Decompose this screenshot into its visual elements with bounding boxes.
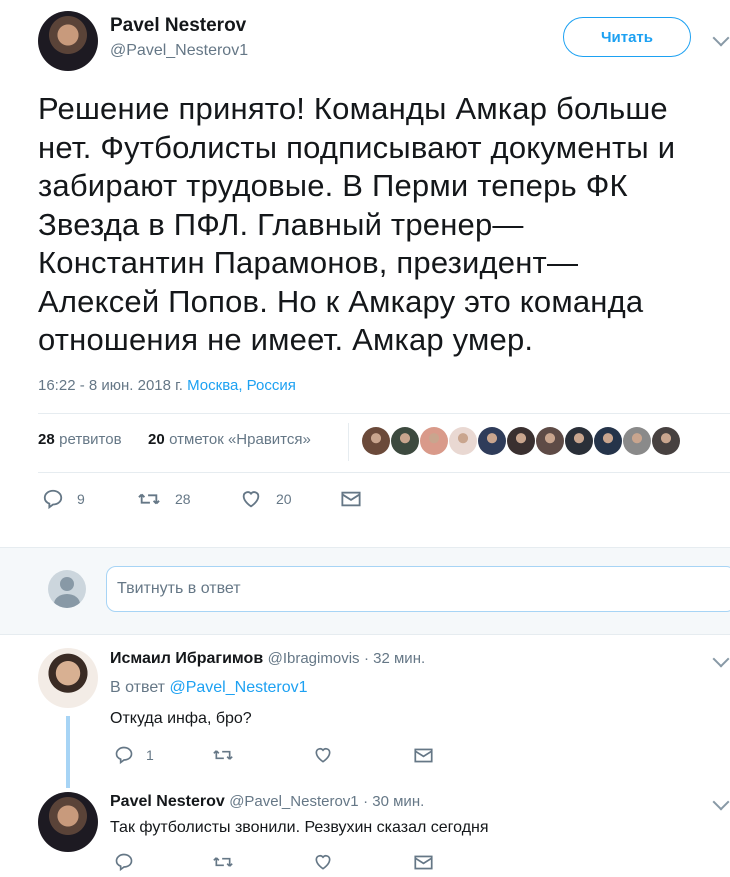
follow-button[interactable]: Читать [563,17,691,57]
reply-text: Так футболисты звонили. Резвухин сказал … [110,819,489,836]
retweets-stat[interactable]: 28 ретвитов [38,431,122,449]
reply-avatar[interactable] [38,648,98,708]
reply-header: Pavel Nesterov @Pavel_Nesterov1 · 30 мин… [110,793,424,811]
author-avatar[interactable] [38,11,98,71]
retweet-icon [213,857,233,867]
liker-avatar[interactable] [391,427,419,455]
stats-separator [348,423,349,461]
reply-icon [115,746,133,765]
liker-avatar[interactable] [420,427,448,455]
liker-avatar[interactable] [652,427,680,455]
heart-icon [242,491,260,508]
reply-time[interactable]: · 30 мин. [363,793,424,810]
like-count: 20 [276,491,292,507]
divider [38,413,730,414]
direct-message-action[interactable] [414,747,433,764]
reply-header: Исмаил Ибрагимов @Ibragimovis · 32 мин. [110,650,425,668]
retweet-count: 28 [175,491,191,507]
heart-icon [315,747,331,763]
envelope-icon [341,491,361,507]
tweet-meta: 16:22 - 8 июн. 2018 г. Москва, Россия [38,377,296,394]
reply-avatar[interactable] [38,792,98,852]
retweet-action[interactable] [212,745,234,765]
tweet-location[interactable]: Москва, Россия [187,377,296,394]
reply-author-handle[interactable]: @Pavel_Nesterov1 [229,793,358,810]
liker-avatar[interactable] [565,427,593,455]
liker-avatars [362,427,692,457]
reply-to-prefix: В ответ [110,679,166,696]
tweet-text: Решение принято! Команды Амкар больше не… [38,91,676,357]
liker-avatar[interactable] [536,427,564,455]
reply-author-name[interactable]: Pavel Nesterov [110,793,225,810]
liker-avatar[interactable] [594,427,622,455]
reply-time[interactable]: · 32 мин. [364,650,425,667]
direct-message-action[interactable] [414,854,433,871]
reply-action[interactable]: 1 [114,745,154,765]
retweet-action[interactable]: 28 [137,488,191,510]
reply-author-handle[interactable]: @Ibragimovis [268,650,360,667]
retweets-count: 28 [38,431,55,448]
reply-action[interactable]: 9 [42,488,85,510]
reply-input[interactable]: Твитнуть в ответ [106,566,730,612]
likes-count: 20 [148,431,165,448]
chevron-down-icon[interactable] [712,793,730,811]
chevron-down-icon[interactable] [712,29,730,47]
liker-avatar[interactable] [449,427,477,455]
thread-line [66,716,70,788]
like-action[interactable] [313,852,333,872]
reply-action[interactable] [114,852,134,872]
envelope-icon [414,748,433,763]
direct-message-action[interactable] [341,490,361,508]
divider [38,472,730,473]
retweet-action[interactable] [212,852,234,872]
like-action[interactable]: 20 [240,488,292,510]
compose-avatar [48,570,86,608]
author-name[interactable]: Pavel Nesterov [110,15,246,37]
heart-icon [315,854,331,870]
reply-to-handle[interactable]: @Pavel_Nesterov1 [169,679,307,696]
like-action[interactable] [313,745,333,765]
retweet-icon [138,493,160,505]
reply-text: Откуда инфа, бро? [110,710,252,727]
chevron-down-icon[interactable] [712,650,730,668]
reply-icon [115,853,133,872]
reply-icon [43,489,63,510]
retweet-icon [213,750,233,760]
liker-avatar[interactable] [478,427,506,455]
likes-stat[interactable]: 20 отметок «Нравится» [148,431,311,449]
liker-avatar[interactable] [507,427,535,455]
reply-to-line: В ответ @Pavel_Nesterov1 [110,679,308,697]
reply-count: 9 [77,491,85,507]
reply-count: 1 [146,747,154,763]
tweet-timestamp[interactable]: 16:22 - 8 июн. 2018 г. [38,377,183,394]
author-handle[interactable]: @Pavel_Nesterov1 [110,42,248,60]
reply-author-name[interactable]: Исмаил Ибрагимов [110,650,263,667]
retweets-label: ретвитов [59,431,122,448]
envelope-icon [414,855,433,870]
liker-avatar[interactable] [623,427,651,455]
likes-label: отметок «Нравится» [169,431,311,448]
liker-avatar[interactable] [362,427,390,455]
